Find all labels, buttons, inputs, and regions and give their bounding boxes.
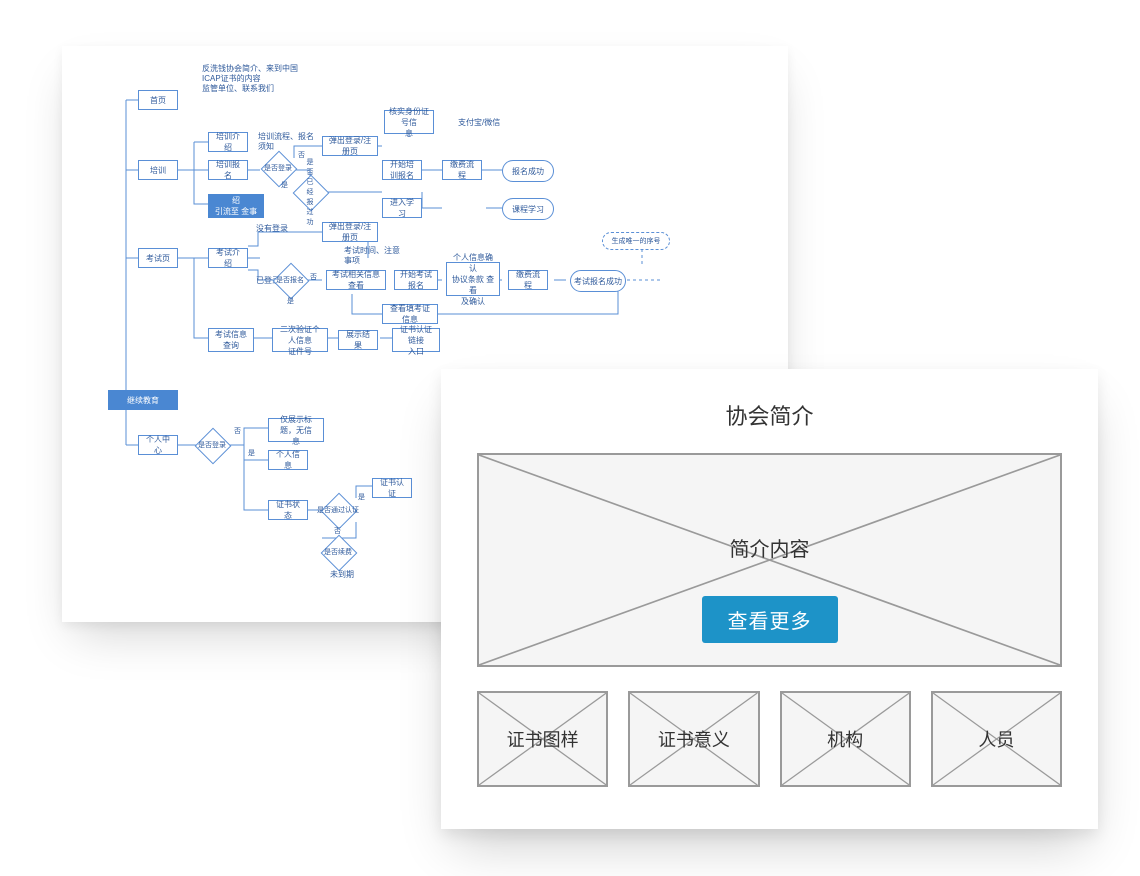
training-popup-login: 弹出登录/注册页 — [322, 136, 378, 156]
training-intro-note: 培训流程、报名 须知 — [258, 132, 314, 152]
exam-start-signup: 开始考试报名 — [394, 270, 438, 290]
exam-has-signup: 是否报名 — [278, 268, 302, 292]
glyph-yes-2: 是 — [287, 296, 294, 306]
exam-time-note: 考试时间、注意 事项 — [344, 246, 400, 266]
nav-exam: 考试页 — [138, 248, 178, 268]
exam-cert-entry: 证书认证链接 入口 — [392, 328, 440, 352]
profile-is-login: 是否登录 — [200, 433, 224, 457]
note-top: 反洗钱协会简介、来到中国 ICAP证书的内容 监管单位、联系我们 — [202, 64, 298, 94]
tile-label: 证书图样 — [507, 726, 579, 752]
exam-show-result: 展示结果 — [338, 330, 378, 350]
training-course-study: 课程学习 — [502, 198, 554, 220]
tiles-row: 证书图样 证书意义 机构 人员 — [477, 691, 1062, 787]
exam-review: 查看填考证信息 — [382, 304, 438, 324]
profile-not-due: 未到期 — [330, 570, 354, 580]
profile-only-title: 仅展示标题，无信 息 — [268, 418, 324, 442]
exam-serial: 生成唯一的序号 — [602, 232, 670, 250]
exam-popup-login: 弹出登录/注册页 — [322, 222, 378, 242]
nav-home: 首页 — [138, 90, 178, 110]
glyph-no-3: 否 — [234, 426, 241, 436]
training-has-signed: 是否已经报过 功 — [298, 180, 322, 204]
wireframe-sheet: 协会简介 简介内容 查看更多 证书图样 证书意义 机构 人员 — [441, 369, 1098, 829]
training-verify-id: 核实身份证号信 息 — [384, 110, 434, 134]
profile-is-cert: 是否通过认证 — [326, 498, 350, 522]
exam-info-view: 考试相关信息 查看 — [326, 270, 386, 290]
exam-verify-id: 二次验证个人信息 证件号 — [272, 328, 328, 352]
glyph-yes-1: 是 — [281, 180, 288, 190]
glyph-yes-4: 是 — [358, 492, 365, 502]
profile-need-renew: 是否续费 — [326, 540, 350, 564]
wireframe-title: 协会简介 — [477, 399, 1062, 431]
exam-not-logged: 没有登录 — [256, 224, 288, 234]
tile-org[interactable]: 机构 — [780, 691, 911, 787]
training-signup: 培训报名 — [208, 160, 248, 180]
tile-cert-meaning[interactable]: 证书意义 — [628, 691, 759, 787]
training-start: 开始培训报名 — [382, 160, 422, 180]
glyph-no-2: 否 — [310, 272, 317, 282]
exam-confirm: 个人信息确认 协议条款 查看 及确认 — [446, 262, 500, 296]
training-payflow: 缴费流程 — [442, 160, 482, 180]
nav-continuing: 继续教育 — [108, 390, 178, 410]
nav-profile: 个人中心 — [138, 435, 178, 455]
tile-label: 人员 — [978, 726, 1014, 752]
tile-label: 证书意义 — [658, 726, 730, 752]
hero-placeholder: 简介内容 查看更多 — [477, 453, 1062, 667]
tile-cert-sample[interactable]: 证书图样 — [477, 691, 608, 787]
training-mockexam: 模拟考试介绍 引流至 金事件 — [208, 194, 264, 218]
profile-cert-status: 证书状态 — [268, 500, 308, 520]
training-is-login: 是否登录 — [266, 156, 290, 180]
exam-info-query: 考试信息查询 — [208, 328, 254, 352]
training-enter-study: 进入学习 — [382, 198, 422, 218]
training-pay-note: 支付宝/微信 — [458, 118, 500, 128]
glyph-yes-3: 是 — [248, 448, 255, 458]
profile-info: 个人信息 — [268, 450, 308, 470]
exam-signup-ok: 考试报名成功 — [570, 270, 626, 292]
see-more-button[interactable]: 查看更多 — [702, 596, 838, 643]
exam-payflow: 缴费流程 — [508, 270, 548, 290]
training-intro: 培训介绍 — [208, 132, 248, 152]
nav-training: 培训 — [138, 160, 178, 180]
profile-cert-auth: 证书认证 — [372, 478, 412, 498]
tile-people[interactable]: 人员 — [931, 691, 1062, 787]
exam-intro: 考试介绍 — [208, 248, 248, 268]
training-signup-ok: 报名成功 — [502, 160, 554, 182]
hero-label: 简介内容 — [730, 533, 810, 562]
tile-label: 机构 — [827, 726, 863, 752]
